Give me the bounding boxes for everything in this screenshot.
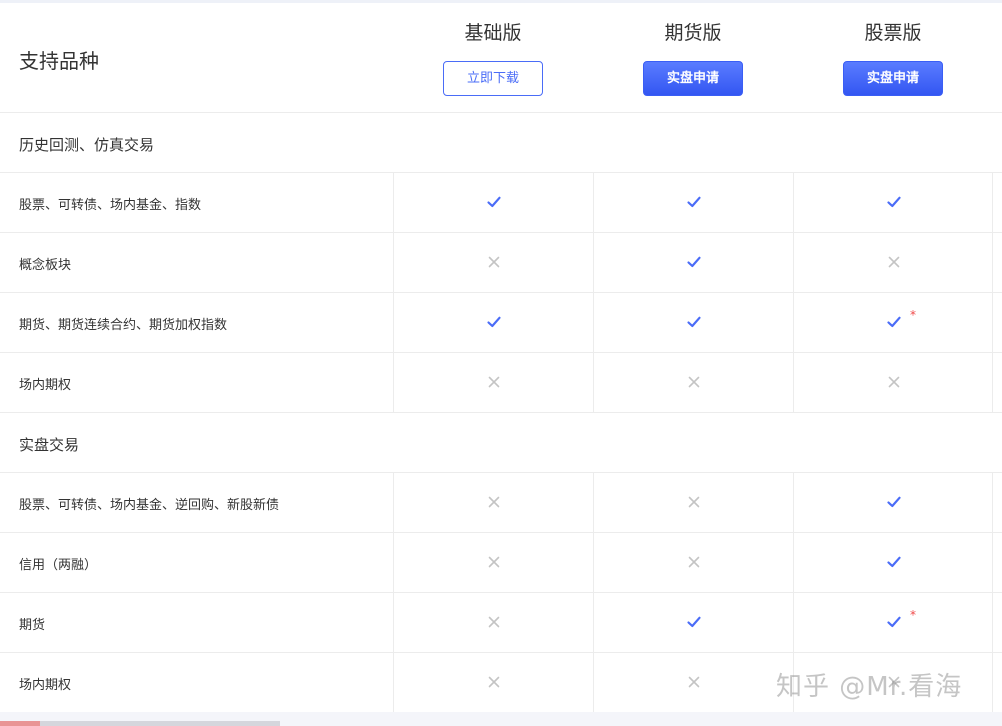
check-icon — [486, 194, 502, 210]
support-cell — [393, 233, 593, 292]
support-cell: * — [793, 593, 993, 652]
support-cell — [793, 533, 993, 592]
row-label: 信用（两融） — [19, 558, 98, 573]
section-title: 实盘交易 — [19, 436, 80, 454]
support-cell — [593, 233, 793, 292]
row-label: 期货 — [19, 618, 46, 633]
support-cell — [593, 353, 793, 412]
download-button[interactable]: 立即下载 — [443, 61, 543, 96]
asterisk-note: * — [910, 608, 916, 622]
check-icon — [686, 614, 702, 630]
header-title: 支持品种 — [19, 49, 99, 73]
table-row: 概念板块 — [0, 233, 1002, 293]
watermark: 知乎 @Mr.看海 — [776, 672, 963, 702]
plan-name-basic: 基础版 — [464, 22, 522, 44]
row-label: 股票、可转债、场内基金、逆回购、新股新债 — [19, 498, 280, 513]
table-row: 期货、期货连续合约、期货加权指数 * — [0, 293, 1002, 353]
cross-icon — [686, 674, 702, 690]
support-cell — [793, 233, 993, 292]
table-row: 场内期权 — [0, 353, 1002, 413]
row-label: 期货、期货连续合约、期货加权指数 — [19, 318, 228, 333]
cross-icon — [886, 254, 902, 270]
table-row: 股票、可转债、场内基金、逆回购、新股新债 — [0, 473, 1002, 533]
cross-icon — [686, 374, 702, 390]
support-cell — [393, 593, 593, 652]
row-label: 场内期权 — [19, 678, 72, 693]
check-icon — [686, 254, 702, 270]
check-icon — [886, 314, 902, 330]
support-cell — [393, 473, 593, 532]
footnote-cropped — [0, 713, 280, 726]
support-cell — [393, 173, 593, 232]
plan-name-stocks: 股票版 — [864, 22, 922, 44]
cross-icon — [486, 494, 502, 510]
table-header: 支持品种 基础版 立即下载 期货版 实盘申请 股票版 实盘申请 — [0, 3, 1002, 113]
support-cell — [393, 353, 593, 412]
support-cell: * — [793, 293, 993, 352]
cross-icon — [486, 554, 502, 570]
table-row: 信用（两融） — [0, 533, 1002, 593]
check-icon — [886, 554, 902, 570]
row-label: 概念板块 — [19, 258, 72, 273]
cross-icon — [686, 494, 702, 510]
cross-icon — [486, 614, 502, 630]
row-label: 场内期权 — [19, 378, 72, 393]
futures-apply-button[interactable]: 实盘申请 — [643, 61, 743, 96]
asterisk-note: * — [910, 308, 916, 322]
support-cell — [593, 533, 793, 592]
table-row: 期货 * — [0, 593, 1002, 653]
support-cell — [793, 473, 993, 532]
support-cell — [793, 173, 993, 232]
plan-name-futures: 期货版 — [664, 22, 722, 44]
support-cell — [393, 533, 593, 592]
stocks-apply-button[interactable]: 实盘申请 — [843, 61, 943, 96]
check-icon — [886, 194, 902, 210]
cross-icon — [686, 554, 702, 570]
check-icon — [886, 494, 902, 510]
support-cell — [793, 353, 993, 412]
check-icon — [686, 314, 702, 330]
check-icon — [686, 194, 702, 210]
support-cell — [593, 473, 793, 532]
support-cell — [393, 653, 593, 712]
cross-icon — [486, 254, 502, 270]
plan-stocks: 股票版 实盘申请 — [793, 19, 993, 96]
support-cell — [593, 653, 793, 712]
plan-basic: 基础版 立即下载 — [393, 19, 593, 96]
cross-icon — [486, 674, 502, 690]
support-cell — [393, 293, 593, 352]
check-icon — [486, 314, 502, 330]
cross-icon — [886, 374, 902, 390]
support-cell — [593, 173, 793, 232]
check-icon — [886, 614, 902, 630]
table-row: 股票、可转债、场内基金、指数 — [0, 173, 1002, 233]
section-header: 实盘交易 — [0, 413, 1002, 473]
row-label: 股票、可转债、场内基金、指数 — [19, 198, 202, 213]
section-header: 历史回测、仿真交易 — [0, 113, 1002, 173]
section-title: 历史回测、仿真交易 — [19, 136, 155, 154]
plan-futures: 期货版 实盘申请 — [593, 19, 793, 96]
support-cell — [593, 293, 793, 352]
cross-icon — [486, 374, 502, 390]
support-cell — [593, 593, 793, 652]
